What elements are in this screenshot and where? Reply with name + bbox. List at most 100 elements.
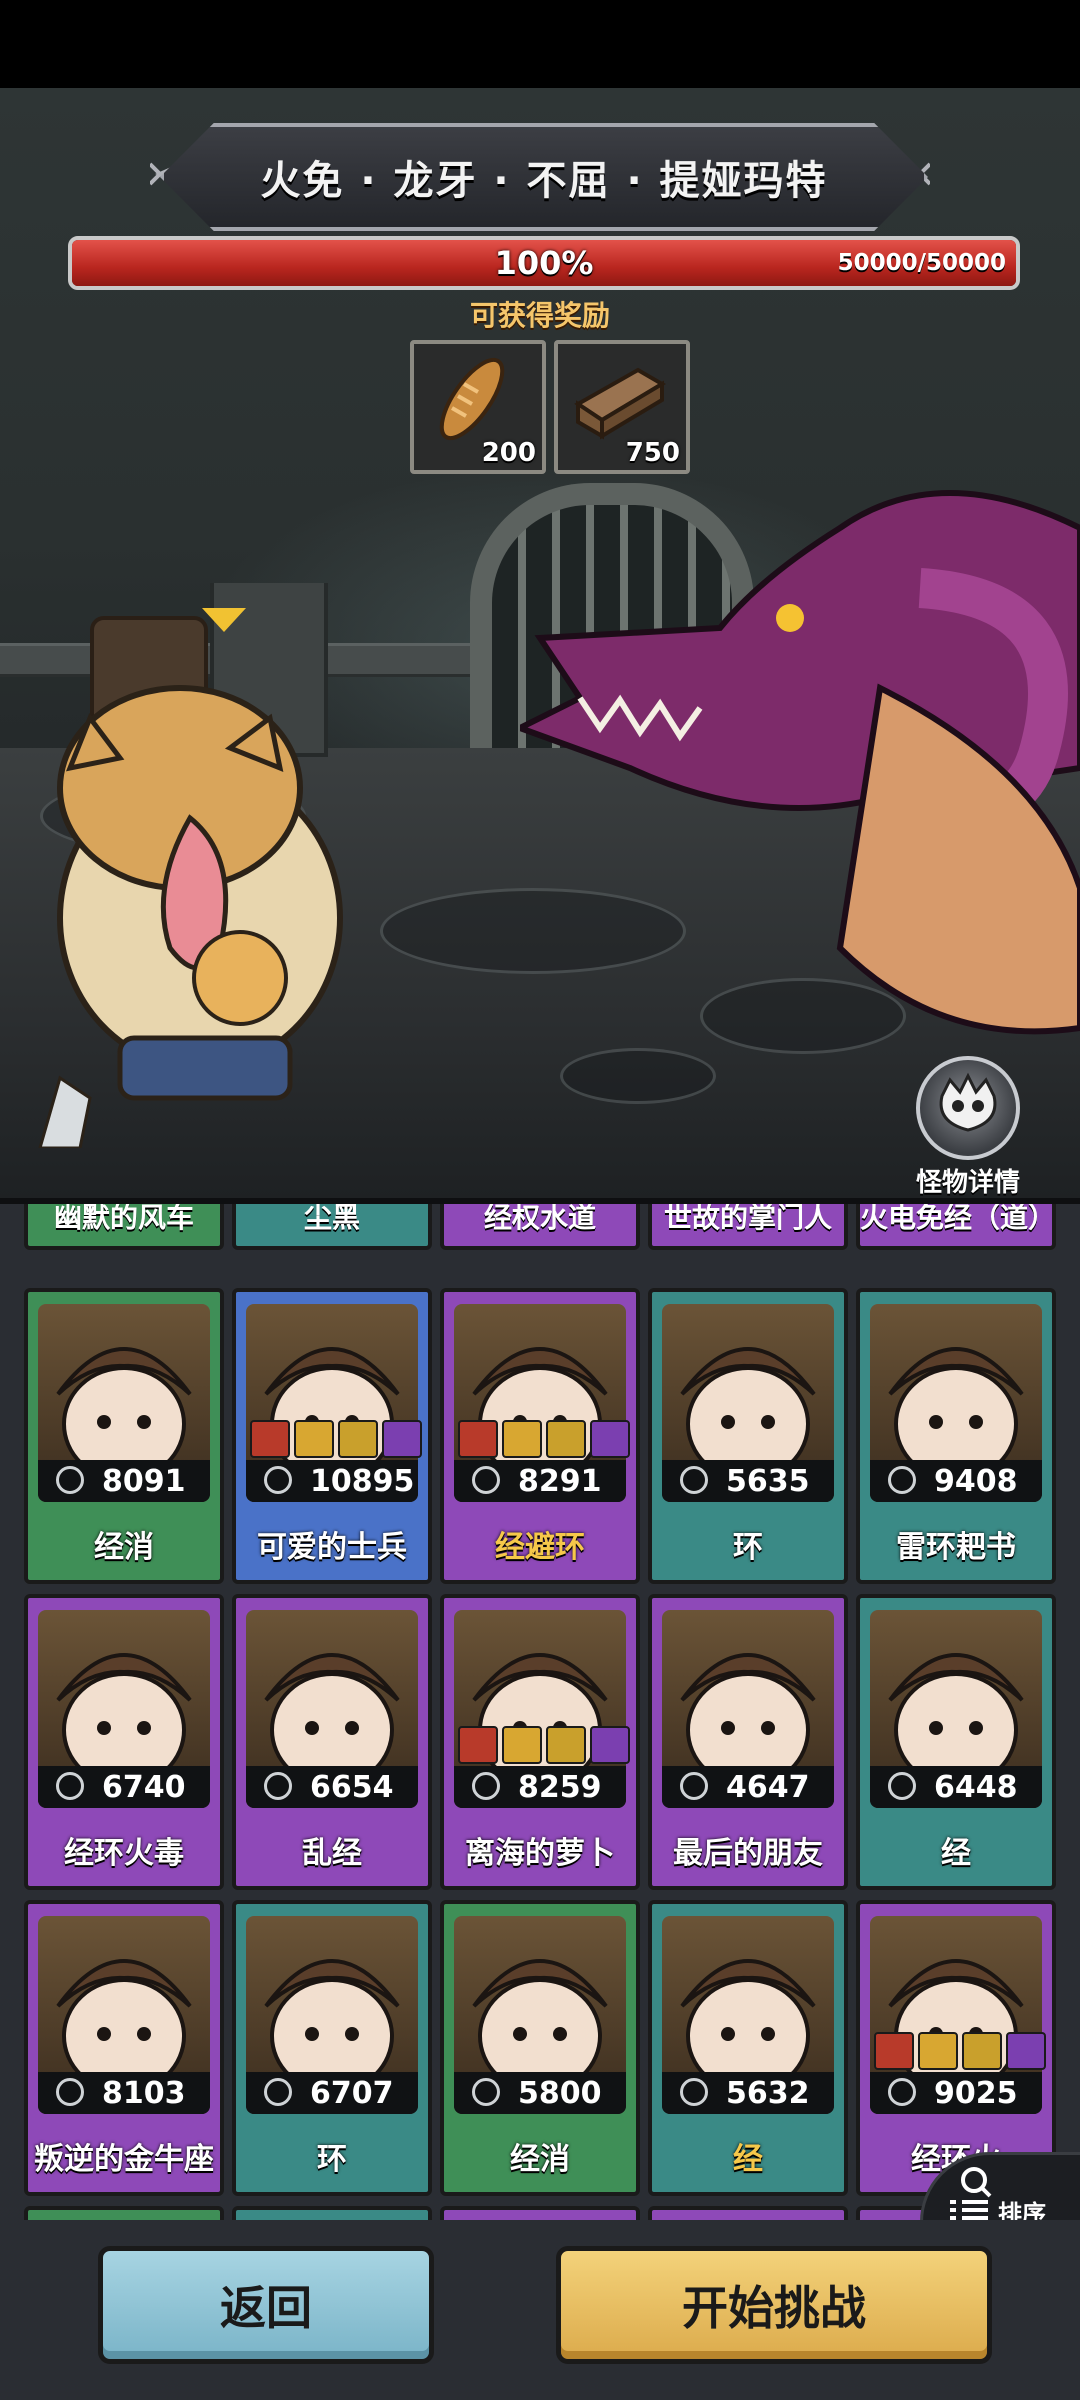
monster-detail-label: 怪物详情	[915, 1168, 1020, 1198]
hero-name: 火电免经（道）	[860, 1201, 1052, 1234]
purple-dragon-boss	[520, 490, 1080, 1035]
hero-name: 乱经	[302, 1836, 362, 1871]
reward-item-wood[interactable]: 750	[554, 340, 690, 474]
equipment-gem-icon	[382, 1420, 422, 1458]
equipment-gem-icon	[590, 1420, 630, 1458]
active-hero-pointer-icon	[202, 608, 246, 632]
hero-power: 5632	[726, 2076, 810, 2111]
reward-count: 200	[481, 438, 536, 468]
hero-card[interactable]: 8291 经避环	[440, 1288, 640, 1584]
hero-power: 6654	[310, 1770, 394, 1805]
hero-power: 9408	[934, 1464, 1018, 1499]
equipment-gem-icon	[546, 1726, 586, 1764]
power-display: 8259	[454, 1766, 626, 1808]
hero-card[interactable]: 6707 环	[232, 1900, 432, 2196]
status-bar	[0, 0, 1080, 88]
power-icon	[56, 1466, 84, 1494]
power-display: 5632	[662, 2072, 834, 2114]
power-display: 9025	[870, 2072, 1042, 2114]
hero-card[interactable]: 5800 经消	[440, 1900, 640, 2196]
power-icon	[888, 1466, 916, 1494]
start-challenge-button[interactable]: 开始挑战	[556, 2246, 992, 2364]
equipment-gem-icon	[502, 1726, 542, 1764]
equipment-gem-icon	[590, 1726, 630, 1764]
bottom-action-bar: 返回 开始挑战	[0, 2220, 1080, 2400]
sort-button[interactable]: 排序	[920, 2152, 1080, 2226]
hero-card[interactable]: 6740 经环火毒	[24, 1594, 224, 1890]
equipment-gem-icon	[502, 1420, 542, 1458]
back-button[interactable]: 返回	[98, 2246, 434, 2364]
hero-name: 经	[941, 1836, 971, 1871]
hero-power: 5800	[518, 2076, 602, 2111]
power-display: 8291	[454, 1460, 626, 1502]
hero-name: 最后的朋友	[673, 1836, 823, 1871]
boss-name-banner: 火免 · 龙牙 · 不屈 · 提娅玛特	[160, 123, 928, 231]
hero-name: 世故的掌门人	[663, 1201, 832, 1234]
reward-item-bread[interactable]: 200	[410, 340, 546, 474]
hero-name: 雷环耙书	[896, 1530, 1016, 1565]
hero-card[interactable]: 9408 雷环耙书	[856, 1288, 1056, 1584]
hero-power: 5635	[726, 1464, 810, 1499]
hero-name: 叛逆的金牛座	[34, 2142, 214, 2177]
power-display: 6740	[38, 1766, 210, 1808]
hero-power: 9025	[934, 2076, 1018, 2111]
hero-card[interactable]: 8091 经消	[24, 1288, 224, 1584]
hero-name: 离海的萝卜	[465, 1836, 615, 1871]
power-icon	[472, 1466, 500, 1494]
power-display: 6654	[246, 1766, 418, 1808]
hero-power: 6707	[310, 2076, 394, 2111]
power-icon	[472, 2078, 500, 2106]
boss-name: 火免 · 龙牙 · 不屈 · 提娅玛特	[260, 158, 828, 204]
hero-power: 8091	[102, 1464, 186, 1499]
power-display: 4647	[662, 1766, 834, 1808]
power-display: 5635	[662, 1460, 834, 1502]
hero-card[interactable]: 4647 最后的朋友	[648, 1594, 848, 1890]
hero-card[interactable]: 5632 经	[648, 1900, 848, 2196]
power-display: 8091	[38, 1460, 210, 1502]
hero-power: 4647	[726, 1770, 810, 1805]
hero-card[interactable]: 6654 乱经	[232, 1594, 432, 1890]
hero-card[interactable]: 10895 可爱的士兵	[232, 1288, 432, 1584]
hero-power: 10895	[310, 1464, 415, 1499]
hero-name: 尘黑	[303, 1201, 360, 1234]
hero-card[interactable]: 5635 环	[648, 1288, 848, 1584]
hero-power: 8103	[102, 2076, 186, 2111]
hero-card[interactable]: 6448 经	[856, 1594, 1056, 1890]
equipment-gem-icon	[294, 1420, 334, 1458]
hero-name: 经权水道	[483, 1201, 596, 1234]
power-icon	[888, 1772, 916, 1800]
equipment-gem-icon	[458, 1726, 498, 1764]
power-icon	[888, 2078, 916, 2106]
hero-card[interactable]: 经权水道	[440, 1204, 640, 1250]
power-icon	[56, 2078, 84, 2106]
hero-card[interactable]: 8259 离海的萝卜	[440, 1594, 640, 1890]
hero-card[interactable]: 尘黑	[232, 1204, 432, 1250]
equipment-gem-icon	[1006, 2032, 1046, 2070]
equipment-slots	[458, 1726, 630, 1764]
hero-card[interactable]: 火电免经（道）	[856, 1204, 1056, 1250]
hero-name: 经	[733, 2142, 763, 2177]
power-icon	[264, 1772, 292, 1800]
hero-name: 经消	[94, 1530, 154, 1565]
dog-hero-character	[38, 685, 343, 1148]
power-display: 9408	[870, 1460, 1042, 1502]
hero-card[interactable]: 幽默的风车	[24, 1204, 224, 1250]
equipment-gem-icon	[458, 1420, 498, 1458]
rewards-label: 可获得奖励	[469, 299, 610, 332]
equipment-gem-icon	[546, 1420, 586, 1458]
hero-roster[interactable]: 幽默的风车 尘黑 经权水道 世故的掌门人 火电免经（道） 8091 经消 10895 可爱的士兵…	[0, 1198, 1080, 2226]
power-icon	[56, 1772, 84, 1800]
hero-power: 6740	[102, 1770, 186, 1805]
monster-detail-button[interactable]: 怪物详情	[908, 1056, 1028, 1198]
power-icon	[680, 2078, 708, 2106]
hero-name: 环	[317, 2142, 347, 2177]
equipment-gem-icon	[962, 2032, 1002, 2070]
battle-scene: 火免 · 龙牙 · 不屈 · 提娅玛特 100% 50000/50000 可获得…	[0, 88, 1080, 1198]
equipment-slots	[250, 1420, 422, 1458]
power-display: 6707	[246, 2072, 418, 2114]
hero-card[interactable]: 世故的掌门人	[648, 1204, 848, 1250]
hero-card[interactable]: 8103 叛逆的金牛座	[24, 1900, 224, 2196]
power-icon	[472, 1772, 500, 1800]
power-icon	[264, 1466, 292, 1494]
monster-skull-icon	[916, 1056, 1020, 1160]
